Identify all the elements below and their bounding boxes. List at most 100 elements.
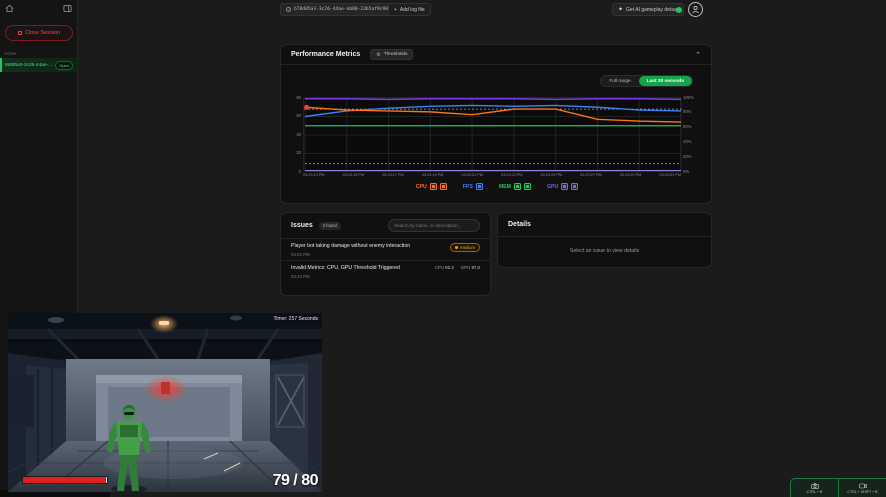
capture-shortcut-bar: CTRL + B CTRL + SHIFT + B — [790, 478, 886, 497]
issue-time: 03:23 PM — [291, 274, 400, 279]
left-axis-tick: 0 — [299, 169, 301, 174]
event-marker — [304, 105, 309, 110]
legend-toggle[interactable] — [440, 183, 447, 190]
health-bar — [22, 476, 108, 484]
issues-panel: Issues 2 found Player bot taking damage … — [280, 212, 491, 296]
legend-label: CPU — [416, 184, 427, 190]
legend-toggle[interactable] — [561, 183, 568, 190]
range-option[interactable]: Full range — [601, 76, 638, 86]
person-icon — [691, 5, 700, 14]
profile-avatar-button[interactable] — [688, 2, 703, 17]
close-session-label: Close Session — [25, 30, 60, 36]
x-axis-tick: 03:23:23 PM — [501, 173, 523, 177]
x-axis-labels: 03:23:13 PM 03:23:15 PM 03:23:17 PM 03:23:1… — [303, 173, 681, 177]
sparkle-icon: ✦ — [618, 7, 623, 13]
legend-label: GPU — [547, 184, 558, 190]
screenshot-button[interactable]: CTRL + B — [791, 479, 838, 497]
right-axis-tick: 20% — [683, 154, 691, 159]
screenshot-shortcut: CTRL + B — [807, 490, 823, 494]
x-axis-tick: 03:23:31 PM — [659, 173, 681, 177]
left-axis-tick: 20 — [296, 150, 301, 155]
left-axis-tick: 40 — [296, 132, 301, 137]
x-axis-tick: 03:23:15 PM — [343, 173, 365, 177]
info-icon: i — [286, 7, 291, 12]
ai-gameplay-debug-button[interactable]: ✦ Get AI gameplay debug — [612, 3, 684, 16]
sessions-list-label: Active — [4, 51, 77, 56]
performance-metrics-panel: Performance Metrics ⚙ Thresholds ⌃ Full … — [280, 44, 712, 204]
right-axis-tick: 0% — [683, 169, 689, 174]
gear-icon: ⚙ — [376, 52, 380, 58]
thresholds-button[interactable]: ⚙ Thresholds — [370, 49, 413, 60]
add-log-label: Add log file — [400, 7, 425, 13]
issue-row[interactable]: Invalid Metrics: CPU, GPU Threshold Trig… — [281, 261, 490, 282]
issues-search-input[interactable] — [394, 223, 474, 228]
right-axis-tick: 80% — [683, 109, 691, 114]
camera-icon — [811, 483, 819, 489]
x-axis-tick: 03:23:25 PM — [541, 173, 563, 177]
x-axis-tick: 03:23:13 PM — [303, 173, 325, 177]
legend-toggle[interactable] — [514, 183, 521, 190]
right-axis-tick: 100% — [683, 95, 694, 100]
thresholds-label: Thresholds — [384, 52, 408, 57]
issue-title: Player bot taking damage without enemy i… — [291, 243, 410, 249]
session-id-truncated: 8d8f5a3-3c26-44ae-... — [5, 63, 52, 68]
severity-badge: medium — [450, 243, 480, 252]
legend-label: FPS — [463, 184, 473, 190]
series-gpu- — [305, 99, 681, 100]
issue-title: Invalid Metrics: CPU, GPU Threshold Trig… — [291, 265, 400, 271]
issues-count-badge: 2 found — [319, 222, 341, 230]
collapse-chevron-icon[interactable]: ⌃ — [695, 51, 701, 59]
game-scene — [8, 313, 322, 492]
issues-search — [388, 219, 480, 232]
legend-toggle[interactable] — [430, 183, 437, 190]
stop-icon — [18, 31, 22, 35]
app-root: Close Session Active 8d8f5a3-3c26-44ae-.… — [0, 0, 886, 497]
health-bar-fill — [23, 477, 106, 483]
chart-legend: CPU FPS MEM GPU — [281, 183, 713, 190]
issue-metric-gpu: GPU 97.0 — [461, 265, 480, 270]
chart-plot-area[interactable] — [303, 97, 681, 171]
legend-item-cpu: CPU — [416, 183, 447, 190]
metrics-panel-title: Performance Metrics — [291, 51, 360, 58]
left-axis-tick: 80 — [296, 95, 301, 100]
session-list-item[interactable]: 8d8f5a3-3c26-44ae-... Open — [0, 58, 77, 72]
plus-icon: + — [394, 7, 397, 13]
issue-metric-cpu: CPU 92.3 — [435, 265, 454, 270]
record-button[interactable]: CTRL + SHIFT + B — [838, 479, 886, 497]
right-axis-labels: 0% 20% 40% 60% 80% 100% — [681, 97, 697, 171]
health-text: 79 / 80 — [273, 472, 318, 490]
close-session-button[interactable]: Close Session — [5, 25, 73, 41]
legend-item-fps: FPS — [463, 183, 483, 190]
right-axis-tick: 40% — [683, 139, 691, 144]
x-axis-tick: 03:23:17 PM — [382, 173, 404, 177]
session-id-text: b78d85a3-3c26-44ae-ab88-23b5af9c9857 — [294, 7, 394, 12]
legend-toggle[interactable] — [524, 183, 531, 190]
right-axis-tick: 60% — [683, 124, 691, 129]
legend-toggle[interactable] — [571, 183, 578, 190]
issue-time: 03:22 PM — [291, 252, 410, 257]
issues-list: Player bot taking damage without enemy i… — [281, 239, 490, 282]
session-status-badge: Open — [55, 61, 73, 70]
game-viewport[interactable]: Timer: 257 Seconds 79 / 80 — [8, 313, 322, 492]
record-shortcut: CTRL + SHIFT + B — [847, 490, 877, 494]
x-axis-tick: 03:23:19 PM — [422, 173, 444, 177]
session-id-chip[interactable]: i b78d85a3-3c26-44ae-ab88-23b5af9c9857 — [280, 3, 400, 16]
sidebar-toggle-icon[interactable] — [63, 4, 72, 13]
home-icon[interactable] — [5, 4, 14, 13]
add-log-file-button[interactable]: + Add log file — [388, 3, 431, 16]
range-option[interactable]: Last 20 seconds — [639, 76, 692, 86]
details-panel-title: Details — [508, 221, 531, 228]
video-camera-icon — [859, 483, 867, 489]
left-axis-tick: 60 — [296, 113, 301, 118]
ai-debug-label: Get AI gameplay debug — [626, 7, 678, 13]
health-bar-remainder — [106, 477, 107, 483]
legend-toggle[interactable] — [476, 183, 483, 190]
range-toggle: Full rangeLast 20 seconds — [600, 75, 693, 87]
issue-row[interactable]: Player bot taking damage without enemy i… — [281, 239, 490, 261]
legend-item-mem: MEM — [499, 183, 531, 190]
left-axis-labels: 0 20 40 60 80 — [289, 97, 303, 171]
details-panel: Details Select an issue to view details — [497, 212, 712, 268]
status-dot — [676, 7, 682, 13]
game-timer-text: Timer: 257 Seconds — [273, 316, 318, 322]
details-empty-state: Select an issue to view details — [498, 237, 711, 265]
